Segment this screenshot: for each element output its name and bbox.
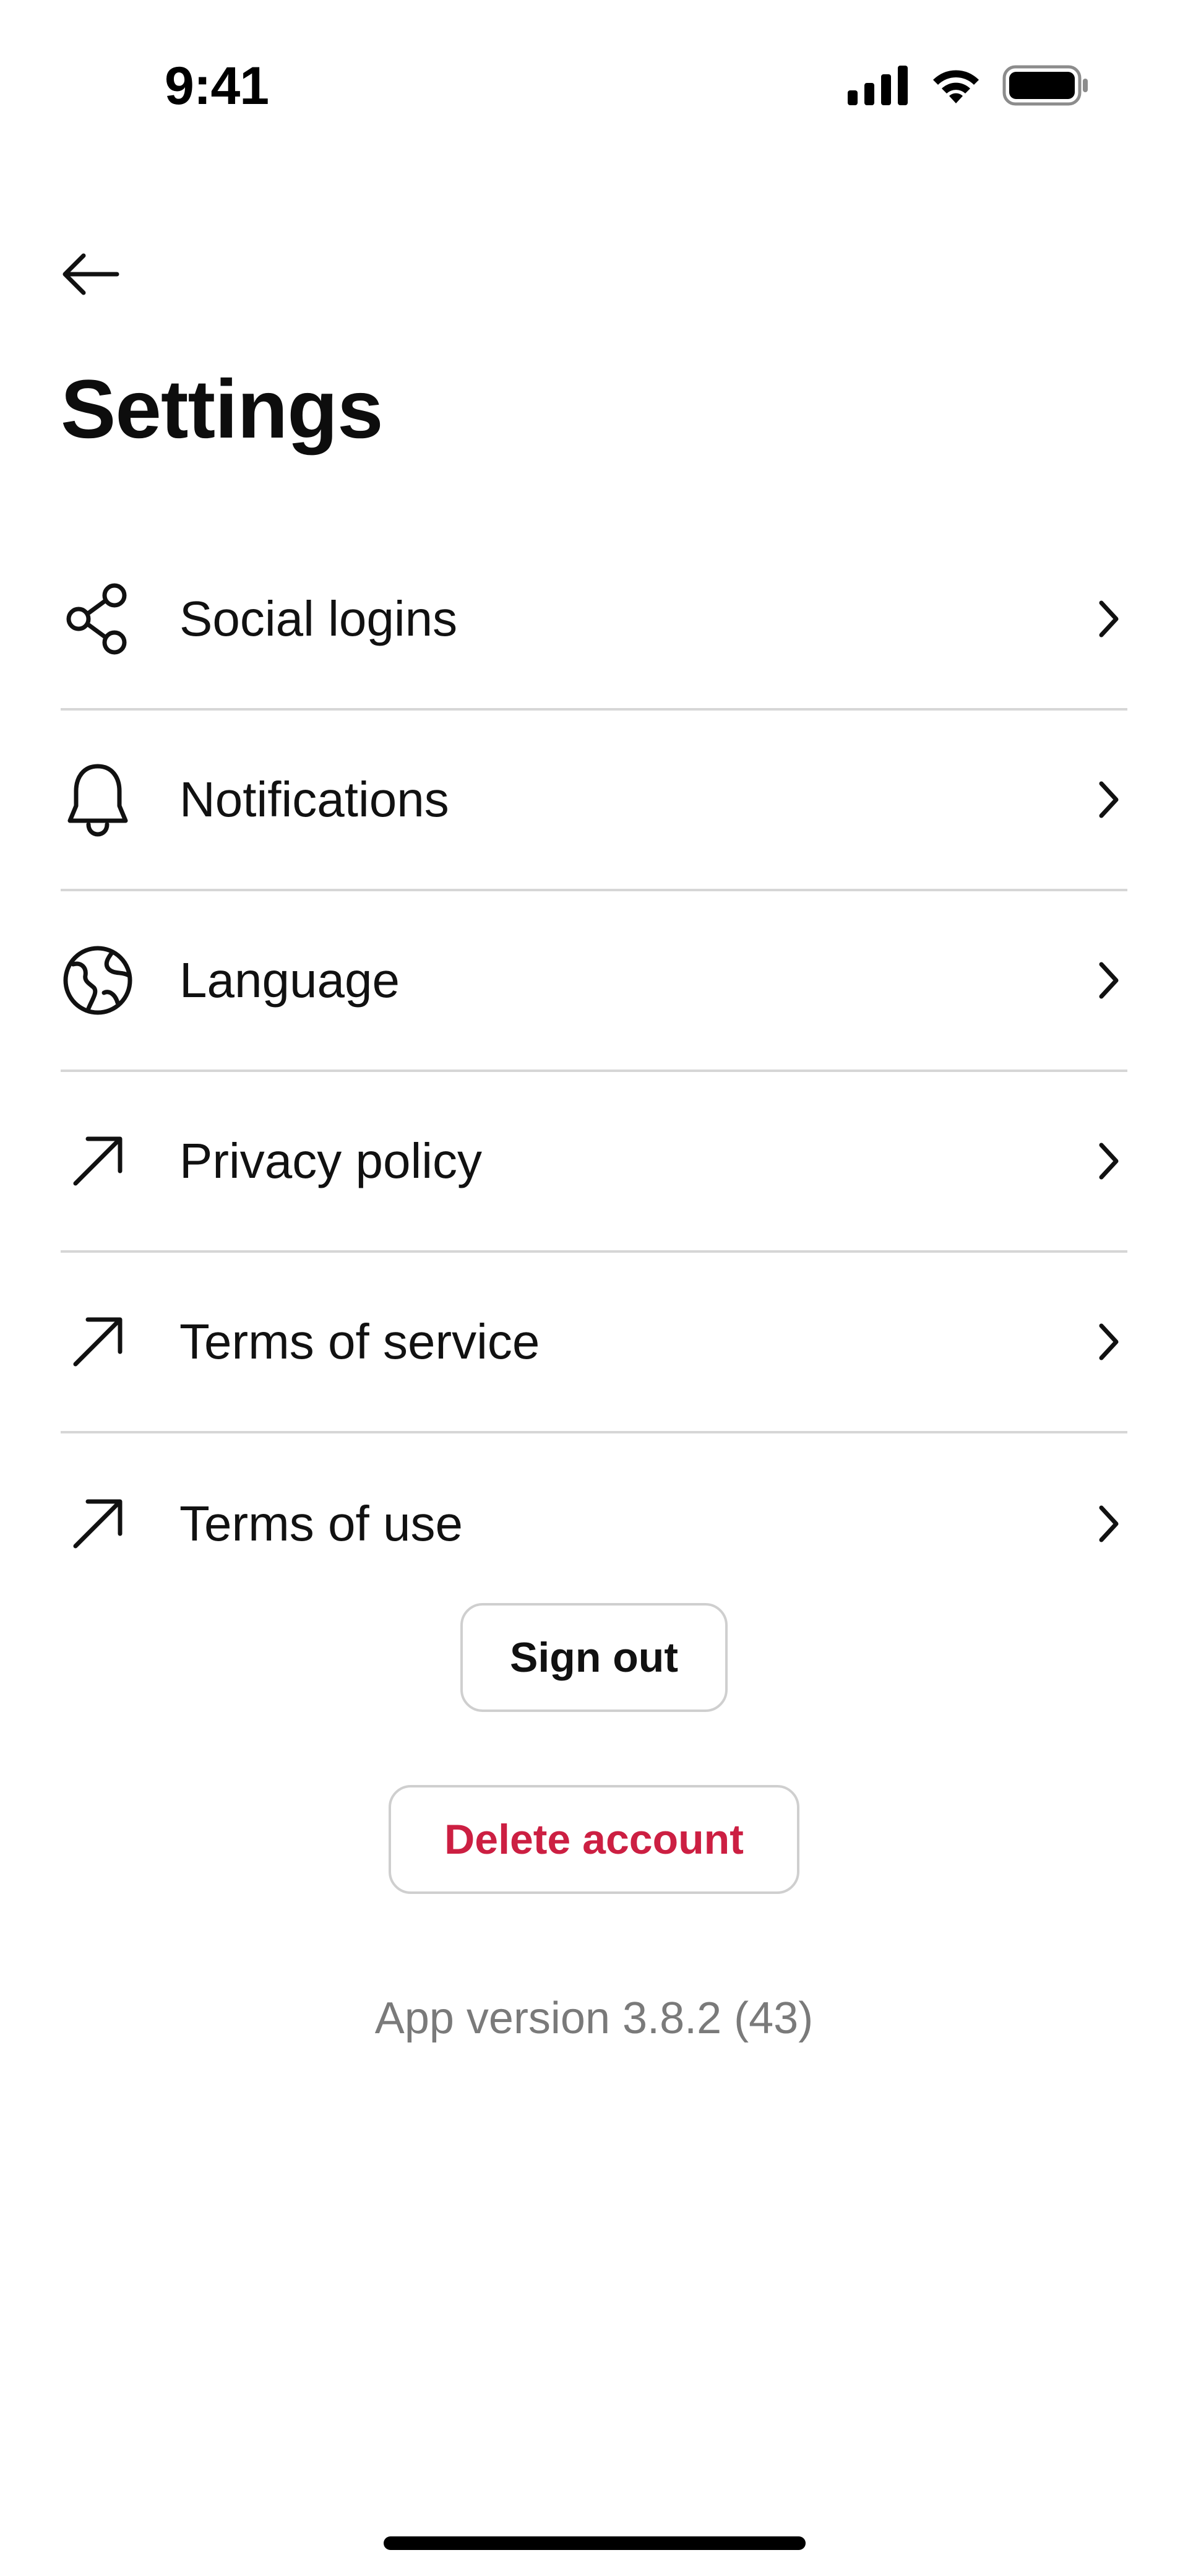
settings-item-label: Social logins <box>179 591 458 646</box>
settings-item-notifications[interactable]: Notifications <box>61 711 1127 891</box>
status-icons <box>848 65 1089 109</box>
settings-item-terms-of-use[interactable]: Terms of use <box>61 1433 1127 1614</box>
chevron-right-icon <box>1090 1317 1127 1367</box>
chevron-right-icon <box>1090 1499 1127 1549</box>
home-indicator <box>384 2536 806 2550</box>
delete-account-button[interactable]: Delete account <box>389 1785 799 1894</box>
external-link-arrow-icon <box>61 1487 135 1561</box>
back-button[interactable] <box>59 244 133 306</box>
chevron-right-icon <box>1090 956 1127 1005</box>
settings-item-label: Terms of use <box>179 1496 463 1551</box>
settings-item-label: Terms of service <box>179 1314 540 1369</box>
settings-item-label: Privacy policy <box>179 1133 483 1188</box>
bell-icon <box>61 763 135 837</box>
settings-item-privacy-policy[interactable]: Privacy policy <box>61 1072 1127 1253</box>
settings-item-label: Language <box>179 953 400 1008</box>
external-link-arrow-icon <box>61 1305 135 1379</box>
cellular-signal-icon <box>848 66 910 108</box>
settings-item-terms-of-service[interactable]: Terms of service <box>61 1253 1127 1433</box>
status-time: 9:41 <box>165 56 269 116</box>
battery-icon <box>1002 65 1089 109</box>
app-version: App version 3.8.2 (43) <box>374 1994 814 2043</box>
settings-list: Social logins Notifications Language Pri… <box>61 530 1127 1614</box>
chevron-right-icon <box>1090 594 1127 644</box>
globe-icon <box>61 943 135 1018</box>
arrow-left-icon <box>59 249 121 302</box>
settings-item-social-logins[interactable]: Social logins <box>61 530 1127 711</box>
chevron-right-icon <box>1090 775 1127 824</box>
sign-out-button[interactable]: Sign out <box>460 1603 728 1712</box>
wifi-icon <box>928 65 984 109</box>
settings-item-label: Notifications <box>179 772 449 827</box>
external-link-arrow-icon <box>61 1124 135 1198</box>
share-icon <box>61 582 135 656</box>
settings-item-language[interactable]: Language <box>61 891 1127 1072</box>
chevron-right-icon <box>1090 1136 1127 1186</box>
page-title: Settings <box>61 363 384 456</box>
status-bar: 9:41 <box>0 0 1188 149</box>
